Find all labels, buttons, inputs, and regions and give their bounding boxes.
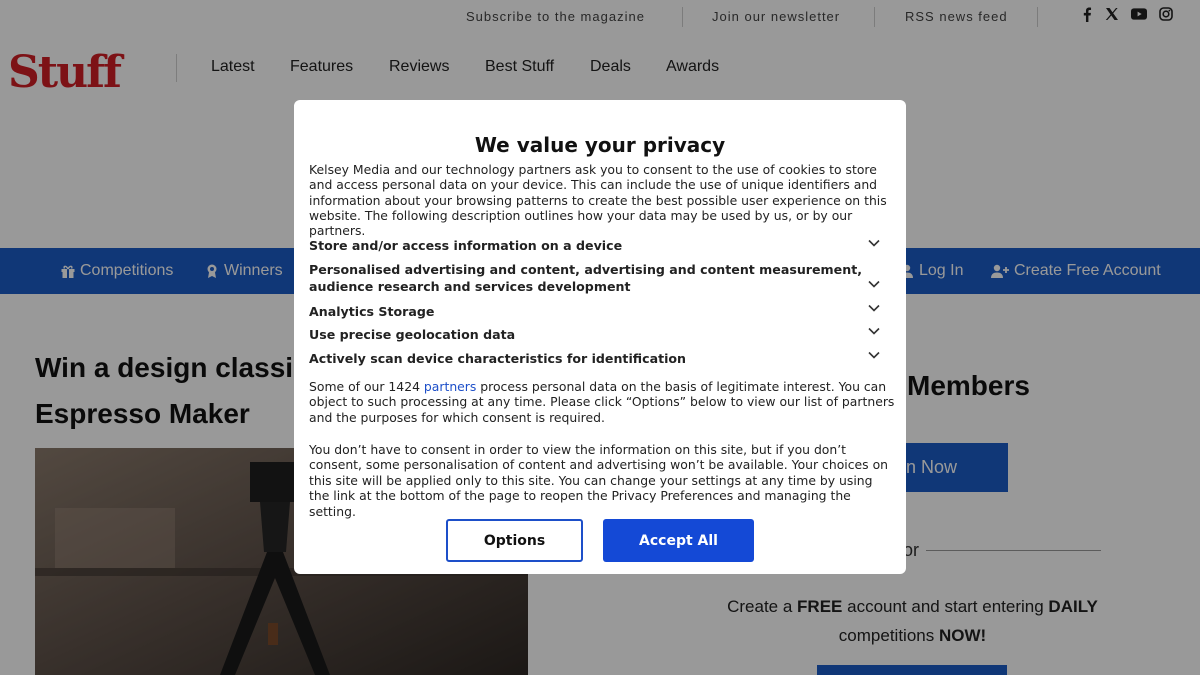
purpose-personalised-ads[interactable]: Personalised advertising and content, ad…: [309, 261, 865, 295]
legitimate-interest-text: Some of our 1424 partners process person…: [309, 379, 895, 425]
privacy-consent-dialog: We value your privacy Kelsey Media and o…: [294, 100, 906, 574]
partners-link[interactable]: partners: [424, 379, 476, 394]
purpose-geolocation[interactable]: Use precise geolocation data: [309, 326, 865, 343]
options-button[interactable]: Options: [446, 519, 583, 562]
chevron-down-icon[interactable]: [868, 239, 880, 247]
no-consent-text: You don’t have to consent in order to vi…: [309, 442, 889, 519]
chevron-down-icon[interactable]: [868, 351, 880, 359]
purpose-device-scan[interactable]: Actively scan device characteristics for…: [309, 350, 865, 367]
purpose-store-access[interactable]: Store and/or access information on a dev…: [309, 237, 865, 254]
chevron-down-icon[interactable]: [868, 280, 880, 288]
chevron-down-icon[interactable]: [868, 327, 880, 335]
consent-intro-text: Kelsey Media and our technology partners…: [309, 162, 887, 239]
accept-all-button[interactable]: Accept All: [603, 519, 754, 562]
chevron-down-icon[interactable]: [868, 304, 880, 312]
purpose-analytics[interactable]: Analytics Storage: [309, 303, 865, 320]
dialog-title: We value your privacy: [474, 133, 726, 157]
